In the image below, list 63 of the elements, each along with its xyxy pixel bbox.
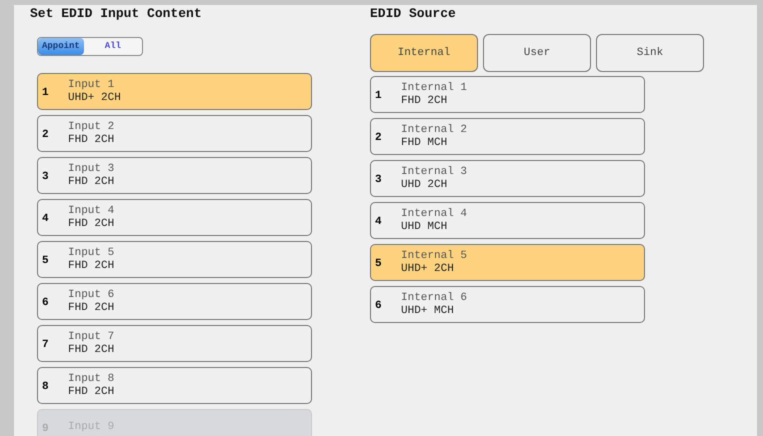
edid-format: FHD 2CH xyxy=(68,344,114,356)
input-number: 8 xyxy=(42,381,50,393)
input-item[interactable]: 4 Input 4 FHD 2CH xyxy=(37,199,312,236)
source-number: 6 xyxy=(375,300,383,312)
edid-format: UHD 2CH xyxy=(401,178,448,192)
source-name: Internal 5 xyxy=(401,250,468,262)
input-name: Input 5 xyxy=(68,246,114,260)
input-name: Input 2 xyxy=(68,120,114,134)
edid-format: FHD 2CH xyxy=(68,176,114,188)
source-name: Internal 1 xyxy=(401,82,468,94)
source-number: 2 xyxy=(375,132,383,144)
input-name: Input 8 xyxy=(68,372,114,386)
section-title: Set EDID Input Content xyxy=(30,6,203,21)
source-number: 4 xyxy=(375,216,383,228)
edid-format: FHD 2CH xyxy=(68,218,114,230)
edid-format: FHD 2CH xyxy=(68,260,114,272)
source-item[interactable]: 1 Internal 1 FHD 2CH xyxy=(370,76,645,113)
source-number: 5 xyxy=(375,258,383,270)
edid-format: FHD 2CH xyxy=(68,386,114,398)
input-number: 6 xyxy=(42,297,50,309)
input-number: 5 xyxy=(42,255,50,267)
source-name: Internal 6 xyxy=(401,292,468,304)
input-number: 4 xyxy=(42,213,50,225)
edid-format: UHD+ 2CH xyxy=(68,92,121,104)
input-item[interactable]: 1 Input 1 UHD+ 2CH xyxy=(37,73,312,110)
source-item[interactable]: 3 Internal 3 UHD 2CH xyxy=(370,160,645,197)
input-name: Input 1 xyxy=(68,78,116,92)
edid-format: FHD 2CH xyxy=(401,94,448,108)
input-item[interactable]: 6 Input 6 FHD 2CH xyxy=(37,283,312,320)
input-name: Input 6 xyxy=(68,288,114,302)
input-item[interactable]: 5 Input 5 FHD 2CH xyxy=(37,241,312,278)
input-item[interactable]: 7 Input 7 FHD 2CH xyxy=(37,325,312,362)
edid-format: UHD MCH xyxy=(401,220,448,234)
mode-option[interactable]: All xyxy=(84,38,142,55)
input-number: 1 xyxy=(42,87,50,99)
input-name: Input 7 xyxy=(68,330,114,344)
source-item[interactable]: 5 Internal 5 UHD+ 2CH xyxy=(370,244,645,281)
input-number: 2 xyxy=(42,129,50,141)
source-tab[interactable]: Sink xyxy=(596,34,704,72)
source-number: 1 xyxy=(375,90,383,102)
source-tab[interactable]: User xyxy=(483,34,591,72)
input-name: Input 4 xyxy=(68,204,114,218)
edid-format: FHD MCH xyxy=(401,136,448,150)
edid-format: UHD+ MCH xyxy=(401,304,455,318)
source-item[interactable]: 6 Internal 6 UHD+ MCH xyxy=(370,286,645,323)
mode-option[interactable]: Appoint xyxy=(38,38,84,55)
source-item[interactable]: 4 Internal 4 UHD MCH xyxy=(370,202,645,239)
input-name: Input 3 xyxy=(68,162,114,176)
section-title: EDID Source xyxy=(370,6,457,21)
input-item[interactable]: 2 Input 2 FHD 2CH xyxy=(37,115,312,152)
source-item[interactable]: 2 Internal 2 FHD MCH xyxy=(370,118,645,155)
source-tab[interactable]: Internal xyxy=(370,34,478,72)
edid-format: UHD+ 2CH xyxy=(401,262,455,276)
edid-format: FHD 2CH xyxy=(68,302,114,314)
input-number: 3 xyxy=(42,171,50,183)
input-item[interactable]: 3 Input 3 FHD 2CH xyxy=(37,157,312,194)
input-number: 7 xyxy=(42,339,50,351)
source-name: Internal 4 xyxy=(401,208,468,220)
edid-format: FHD 2CH xyxy=(68,134,114,146)
input-item[interactable]: 8 Input 8 FHD 2CH xyxy=(37,367,312,404)
source-name: Internal 3 xyxy=(401,166,468,178)
source-number: 3 xyxy=(375,174,383,186)
source-name: Internal 2 xyxy=(401,124,468,136)
